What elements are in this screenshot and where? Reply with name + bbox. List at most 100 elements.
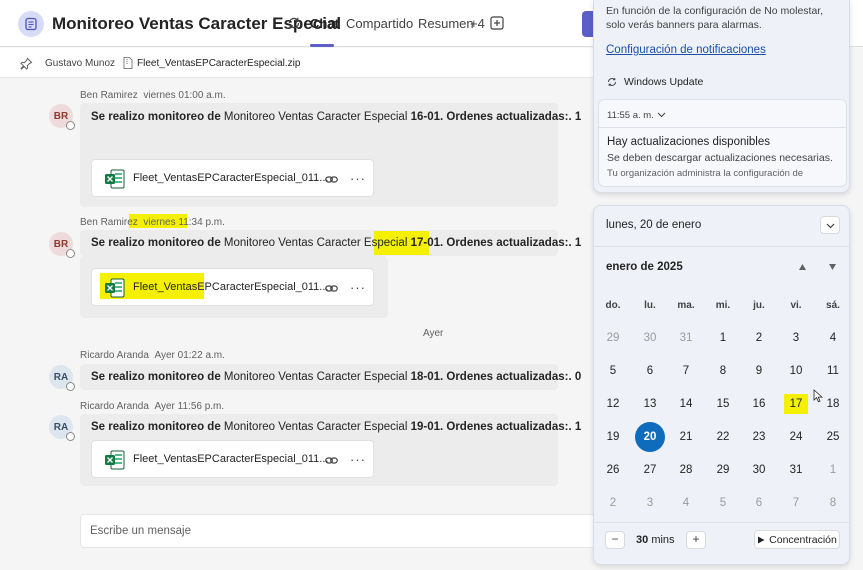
calendar-day[interactable]: 5	[598, 356, 628, 386]
excel-icon	[105, 278, 125, 298]
tab-compartido[interactable]: Compartido	[346, 16, 413, 31]
calendar-day[interactable]: 14	[671, 389, 701, 419]
excel-icon	[105, 169, 125, 189]
calendar-day[interactable]: 3	[635, 488, 665, 518]
more-options-icon[interactable]: ···	[350, 452, 366, 467]
notification-settings-link[interactable]: Configuración de notificaciones	[606, 44, 766, 56]
link-icon[interactable]	[325, 173, 338, 186]
presence-offline-icon	[66, 432, 75, 441]
calendar-day[interactable]: 27	[635, 455, 665, 485]
more-options-icon[interactable]: ···	[350, 171, 366, 186]
calendar-day[interactable]: 10	[781, 356, 811, 386]
pinned-user: Gustavo Munoz	[45, 58, 116, 69]
message-bubble[interactable]: Se realizo monitoreo de Monitoreo Ventas…	[80, 103, 581, 207]
calendar-day[interactable]: 2	[598, 488, 628, 518]
message-bubble[interactable]: Se realizo monitoreo de Monitoreo Ventas…	[80, 230, 581, 256]
file-attachment[interactable]: Fleet_VentasEPCaracterEspecial_011... ··…	[91, 159, 374, 197]
calendar-day[interactable]: 6	[744, 488, 774, 518]
calendar-day[interactable]: 1	[708, 323, 738, 353]
calendar-day[interactable]: 8	[818, 488, 848, 518]
message-input[interactable]: Escribe un mensaje	[90, 525, 191, 537]
calendar-day[interactable]: 15	[708, 389, 738, 419]
presence-offline-icon	[66, 121, 75, 130]
link-icon[interactable]	[325, 454, 338, 467]
calendar-day[interactable]: 2	[744, 323, 774, 353]
calendar-day[interactable]: 16	[744, 389, 774, 419]
next-month-icon[interactable]	[828, 263, 837, 271]
add-tab-icon[interactable]	[490, 16, 504, 30]
calendar-day[interactable]: 31	[781, 455, 811, 485]
calendar-day[interactable]: 17	[784, 394, 808, 414]
message-bubble[interactable]: Se realizo monitoreo de Monitoreo Ventas…	[80, 414, 581, 486]
calendar-day[interactable]: 26	[598, 455, 628, 485]
calendar-day[interactable]: 5	[708, 488, 738, 518]
calendar-day[interactable]: 25	[818, 422, 848, 452]
calendar-day[interactable]: 22	[708, 422, 738, 452]
chevron-down-icon[interactable]	[657, 110, 666, 119]
avatar[interactable]: RA	[49, 365, 75, 391]
calendar-day[interactable]: 30	[744, 455, 774, 485]
play-icon	[758, 536, 765, 543]
calendar-day[interactable]: 28	[671, 455, 701, 485]
tab-resumen[interactable]: Resumen	[418, 16, 474, 31]
calendar-day[interactable]: 12	[598, 389, 628, 419]
calendar-month-label[interactable]: enero de 2025	[606, 261, 683, 273]
notification-title: Hay actualizaciones disponibles	[607, 136, 771, 148]
calendar-day[interactable]: 29	[598, 323, 628, 353]
calendar-day[interactable]: 13	[635, 389, 665, 419]
pinned-file-link[interactable]: Fleet_VentasEPCaracterEspecial.zip	[137, 58, 300, 69]
tab-more[interactable]: +4	[470, 16, 485, 31]
avatar[interactable]: BR	[49, 104, 75, 130]
calendar-day[interactable]: 11	[818, 356, 848, 386]
calendar-day[interactable]: 8	[708, 356, 738, 386]
compose-box[interactable]: Escribe un mensaje	[80, 514, 600, 548]
file-attachment[interactable]: Fleet_VentasEPCaracterEspecial_011... ··…	[91, 268, 374, 306]
group-chat-avatar[interactable]	[18, 11, 44, 37]
notification-group-label: Windows Update	[624, 76, 704, 88]
calendar-day[interactable]: 23	[744, 422, 774, 452]
calendar-day[interactable]: 6	[635, 356, 665, 386]
pin-icon[interactable]	[20, 57, 33, 70]
calendar-day[interactable]: 3	[781, 323, 811, 353]
chevron-down-icon	[826, 223, 834, 228]
calendar-day[interactable]: 4	[671, 488, 701, 518]
presence-offline-icon	[66, 249, 75, 258]
avatar[interactable]: BR	[49, 232, 75, 258]
notification-card[interactable]: 11:55 a. m. Hay actualizaciones disponib…	[598, 99, 847, 187]
tab-chat[interactable]: Chat	[310, 16, 339, 31]
weekday-label: do.	[605, 300, 621, 311]
divider	[594, 246, 849, 247]
calendar-day[interactable]: 1	[818, 455, 848, 485]
message-text: Se realizo monitoreo de Monitoreo Ventas…	[91, 421, 582, 433]
more-options-icon[interactable]: ···	[350, 280, 366, 295]
file-name[interactable]: Fleet_VentasEPCaracterEspecial_011...	[133, 172, 328, 184]
weekday-label: lu.	[644, 300, 656, 311]
focus-session-button[interactable]: Concentración	[754, 530, 840, 549]
calendar-day[interactable]: 31	[671, 323, 701, 353]
calendar-day[interactable]: 4	[818, 323, 848, 353]
focus-increase-button[interactable]: +	[686, 531, 706, 549]
active-tab-indicator	[310, 44, 334, 47]
file-attachment[interactable]: Fleet_VentasEPCaracterEspecial_011... ··…	[91, 440, 374, 478]
calendar-day-today[interactable]: 20	[635, 422, 665, 452]
calendar-day[interactable]: 7	[671, 356, 701, 386]
message-sender: Ben Ramirez viernes 11:34 p.m.	[80, 217, 225, 228]
file-name[interactable]: Fleet_VentasEPCaracterEspecial_011...	[133, 453, 328, 465]
sync-icon[interactable]	[287, 16, 301, 30]
calendar-day[interactable]: 19	[598, 422, 628, 452]
calendar-collapse-button[interactable]	[820, 216, 840, 234]
file-name[interactable]: Fleet_VentasEPCaracterEspecial_011...	[133, 281, 328, 293]
link-icon[interactable]	[325, 282, 338, 295]
message-text: Se realizo monitoreo de Monitoreo Ventas…	[91, 237, 582, 249]
calendar-day[interactable]: 30	[635, 323, 665, 353]
calendar-day[interactable]: 21	[671, 422, 701, 452]
calendar-day[interactable]: 7	[781, 488, 811, 518]
calendar-day[interactable]: 24	[781, 422, 811, 452]
calendar-day[interactable]: 9	[744, 356, 774, 386]
focus-decrease-button[interactable]: −	[605, 531, 625, 549]
notification-body: Se deben descargar actualizaciones neces…	[607, 152, 833, 164]
avatar[interactable]: RA	[49, 415, 75, 441]
message-bubble[interactable]: Se realizo monitoreo de Monitoreo Ventas…	[80, 364, 581, 390]
calendar-day[interactable]: 29	[708, 455, 738, 485]
previous-month-icon[interactable]	[798, 263, 807, 271]
